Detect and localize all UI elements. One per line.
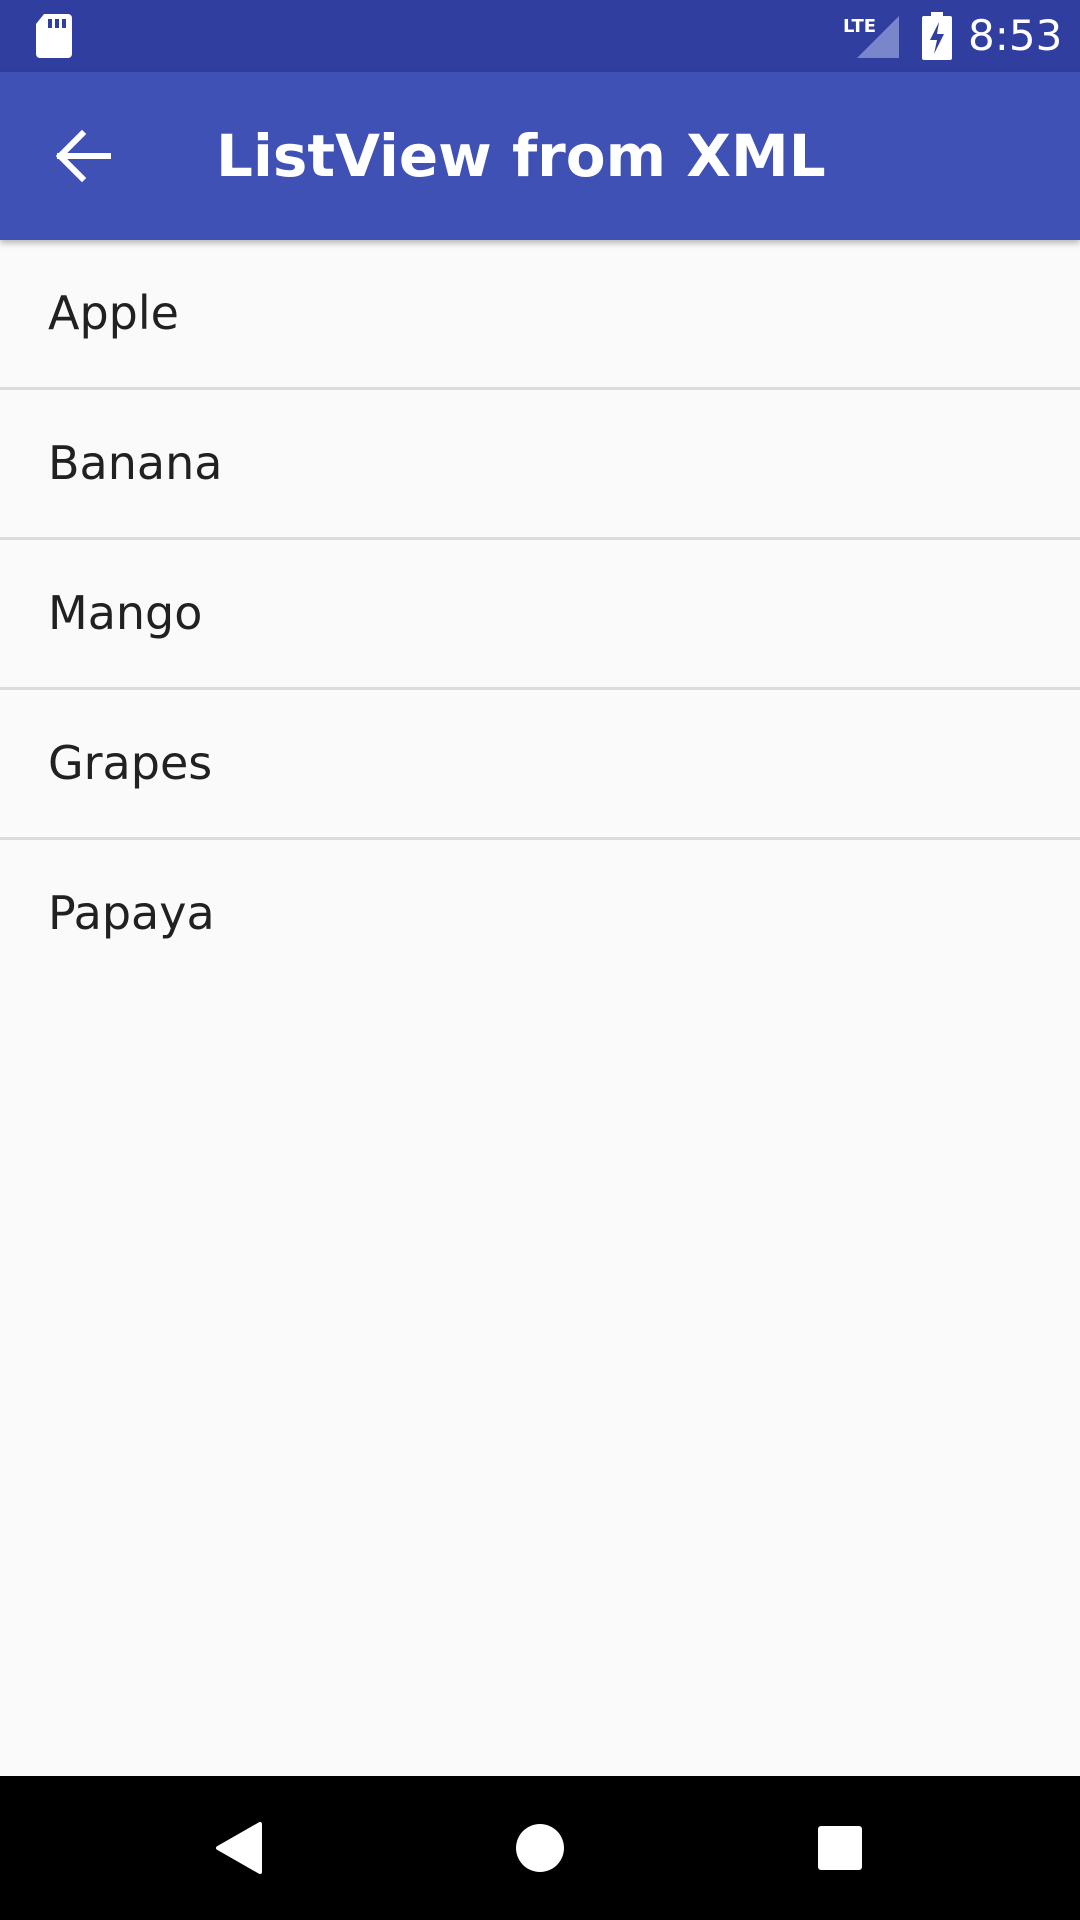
list-item-label: Banana — [48, 436, 223, 490]
list-item[interactable]: Grapes — [0, 690, 1080, 840]
page-title: ListView from XML — [216, 122, 826, 190]
arrow-back-icon — [55, 129, 111, 183]
list-item[interactable]: Apple — [0, 240, 1080, 390]
fruit-list: Apple Banana Mango Grapes Papaya — [0, 240, 1080, 987]
list-item[interactable]: Banana — [0, 390, 1080, 540]
app-bar: ListView from XML — [0, 72, 1080, 240]
list-item[interactable]: Mango — [0, 540, 1080, 690]
status-bar: LTE 8:53 — [0, 0, 1080, 72]
back-triangle-icon — [216, 1822, 262, 1874]
list-item-label: Mango — [48, 586, 203, 640]
home-circle-icon — [516, 1824, 564, 1872]
status-clock: 8:53 — [968, 11, 1063, 60]
battery-charging-icon — [922, 12, 952, 60]
nav-home-button[interactable] — [492, 1800, 588, 1896]
back-button[interactable] — [42, 112, 130, 200]
sd-card-icon — [36, 14, 72, 58]
list-item-label: Apple — [48, 286, 179, 340]
network-label: LTE — [843, 16, 876, 37]
list-item-label: Grapes — [48, 736, 213, 790]
lte-signal-icon: LTE — [843, 12, 899, 58]
nav-recents-button[interactable] — [792, 1800, 888, 1896]
list-item[interactable]: Papaya — [0, 840, 1080, 987]
list-item-label: Papaya — [48, 886, 215, 940]
navigation-bar — [0, 1776, 1080, 1920]
recents-square-icon — [818, 1826, 862, 1870]
nav-back-button[interactable] — [192, 1800, 288, 1896]
